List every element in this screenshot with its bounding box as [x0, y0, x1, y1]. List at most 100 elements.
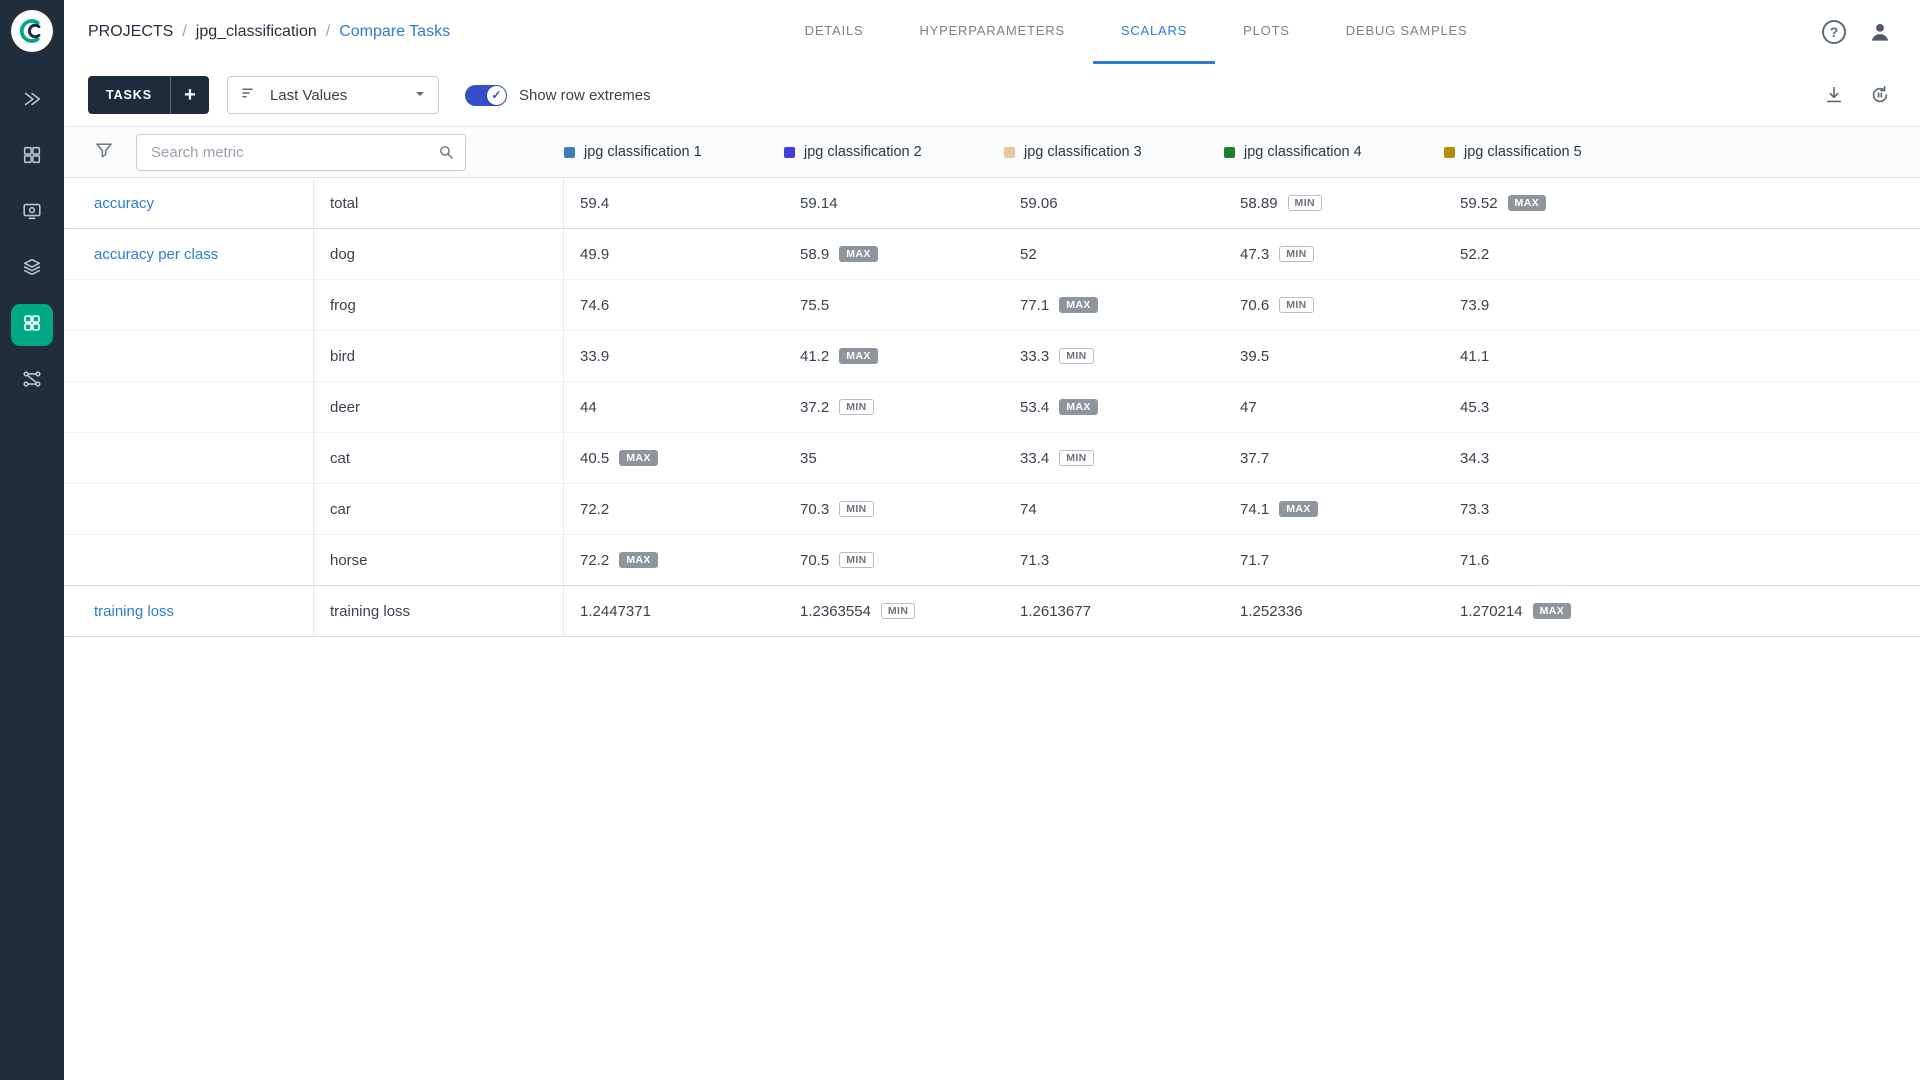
tab-hyperparameters[interactable]: HYPERPARAMETERS	[891, 0, 1092, 64]
breadcrumb-separator: /	[182, 23, 186, 41]
column-header[interactable]: jpg classification 1	[564, 144, 784, 160]
table-row: frog74.675.577.1MAX70.6MIN73.9	[64, 280, 1920, 331]
sidebar-item-dashboard[interactable]	[11, 136, 53, 178]
value-cell: 37.2MIN	[784, 382, 1004, 432]
sidebar-item-datasets[interactable]	[11, 248, 53, 290]
series-color-swatch	[564, 147, 575, 158]
series-color-swatch	[784, 147, 795, 158]
main-content: PROJECTS / jpg_classification / Compare …	[64, 0, 1920, 1080]
metric-name-cell	[64, 433, 314, 483]
value-cell: 77.1MAX	[1004, 280, 1224, 330]
help-button[interactable]: ?	[1822, 20, 1846, 44]
value-cell: 1.270214 MAX	[1444, 586, 1664, 636]
metric-value: 58.9	[800, 246, 829, 263]
metric-value: 33.9	[580, 348, 609, 365]
metric-value: 33.4	[1020, 450, 1049, 467]
extreme-badge-max: MAX	[1533, 603, 1572, 620]
value-cell: 70.5MIN	[784, 535, 1004, 585]
metric-name-cell: training loss	[64, 586, 314, 636]
metric-value: 44	[580, 399, 597, 416]
metric-name-cell	[64, 535, 314, 585]
value-cell: 45.3	[1444, 382, 1664, 432]
extreme-badge-min: MIN	[839, 552, 873, 569]
variant-cell: training loss	[314, 586, 564, 636]
variant-cell: dog	[314, 229, 564, 279]
metric-value: 1.270214	[1460, 603, 1523, 620]
series-color-swatch	[1004, 147, 1015, 158]
sidebar-item-reports[interactable]	[11, 304, 53, 346]
metric-link[interactable]: accuracy	[94, 195, 154, 212]
auto-refresh-button[interactable]	[1866, 81, 1894, 109]
sidebar-item-projects[interactable]	[11, 192, 53, 234]
breadcrumb-projects[interactable]: PROJECTS	[88, 23, 173, 41]
table-row: car72.270.3MIN7474.1MAX73.3	[64, 484, 1920, 535]
table-body: accuracytotal59.459.1459.0658.89MIN59.52…	[64, 178, 1920, 1080]
column-label: jpg classification 5	[1464, 144, 1582, 160]
show-row-extremes-toggle[interactable]: ✓	[465, 85, 507, 106]
app: PROJECTS / jpg_classification / Compare …	[0, 0, 1920, 1080]
show-row-extremes-label: Show row extremes	[519, 87, 651, 104]
tab-details[interactable]: DETAILS	[777, 0, 892, 64]
column-header[interactable]: jpg classification 5	[1444, 144, 1664, 160]
extreme-badge-min: MIN	[1279, 246, 1313, 263]
sort-icon	[240, 84, 258, 106]
extreme-badge-min: MIN	[1059, 348, 1093, 365]
column-header[interactable]: jpg classification 2	[784, 144, 1004, 160]
pipeline-icon	[21, 368, 43, 395]
tab-plots[interactable]: PLOTS	[1215, 0, 1318, 64]
values-mode-dropdown[interactable]: Last Values	[227, 76, 439, 114]
column-label: jpg classification 1	[584, 144, 702, 160]
metric-value: 52.2	[1460, 246, 1489, 263]
apps-icon	[21, 312, 43, 339]
metric-value: 37.2	[800, 399, 829, 416]
sidebar-item-getting-started[interactable]	[11, 80, 53, 122]
table-row: cat40.5MAX3533.4MIN37.734.3	[64, 433, 1920, 484]
metric-name-cell	[64, 382, 314, 432]
value-cell: 71.3	[1004, 535, 1224, 585]
download-button[interactable]	[1820, 81, 1848, 109]
value-cell: 71.6	[1444, 535, 1664, 585]
tab-bar: DETAILSHYPERPARAMETERSSCALARSPLOTSDEBUG …	[450, 0, 1822, 64]
sidebar	[0, 0, 64, 1080]
search-input[interactable]	[149, 143, 437, 162]
column-header[interactable]: jpg classification 3	[1004, 144, 1224, 160]
grid-icon	[21, 144, 43, 171]
column-header[interactable]: jpg classification 4	[1224, 144, 1444, 160]
series-color-swatch	[1224, 147, 1235, 158]
value-cell: 58.9 MAX	[784, 229, 1004, 279]
breadcrumb-separator: /	[326, 23, 330, 41]
metric-search	[136, 134, 466, 171]
extreme-badge-min: MIN	[881, 603, 915, 620]
column-label: jpg classification 4	[1244, 144, 1362, 160]
value-cell: 44	[564, 382, 784, 432]
metric-value: 74.1	[1240, 501, 1269, 518]
add-task-button[interactable]: +	[170, 76, 209, 114]
tab-debug-samples[interactable]: DEBUG SAMPLES	[1318, 0, 1496, 64]
table-header-left	[64, 134, 564, 171]
tasks-button[interactable]: TASKS +	[88, 76, 209, 114]
sidebar-item-pipelines[interactable]	[11, 360, 53, 402]
metric-name-cell	[64, 280, 314, 330]
tab-scalars[interactable]: SCALARS	[1093, 0, 1215, 64]
breadcrumb-project[interactable]: jpg_classification	[196, 23, 317, 41]
metric-value: 74.6	[580, 297, 609, 314]
value-cell: 53.4MAX	[1004, 382, 1224, 432]
value-cell: 74	[1004, 484, 1224, 534]
value-cell: 37.7	[1224, 433, 1444, 483]
value-cell: 33.4 MIN	[1004, 433, 1224, 483]
table-row: deer4437.2MIN53.4MAX4745.3	[64, 382, 1920, 433]
filter-icon[interactable]	[94, 140, 114, 165]
clearml-logo[interactable]	[11, 10, 53, 52]
user-avatar[interactable]	[1866, 18, 1894, 46]
value-cell: 73.9	[1444, 280, 1664, 330]
metric-group: training losstraining loss1.24473711.236…	[64, 586, 1920, 637]
metric-name-cell	[64, 331, 314, 381]
metric-value: 1.2613677	[1020, 603, 1091, 620]
extreme-badge-max: MAX	[839, 246, 878, 263]
table-row: training losstraining loss1.24473711.236…	[64, 586, 1920, 636]
metric-link[interactable]: training loss	[94, 603, 174, 620]
extreme-badge-min: MIN	[1059, 450, 1093, 467]
metric-link[interactable]: accuracy per class	[94, 246, 218, 263]
metric-value: 71.6	[1460, 552, 1489, 569]
metric-value: 45.3	[1460, 399, 1489, 416]
